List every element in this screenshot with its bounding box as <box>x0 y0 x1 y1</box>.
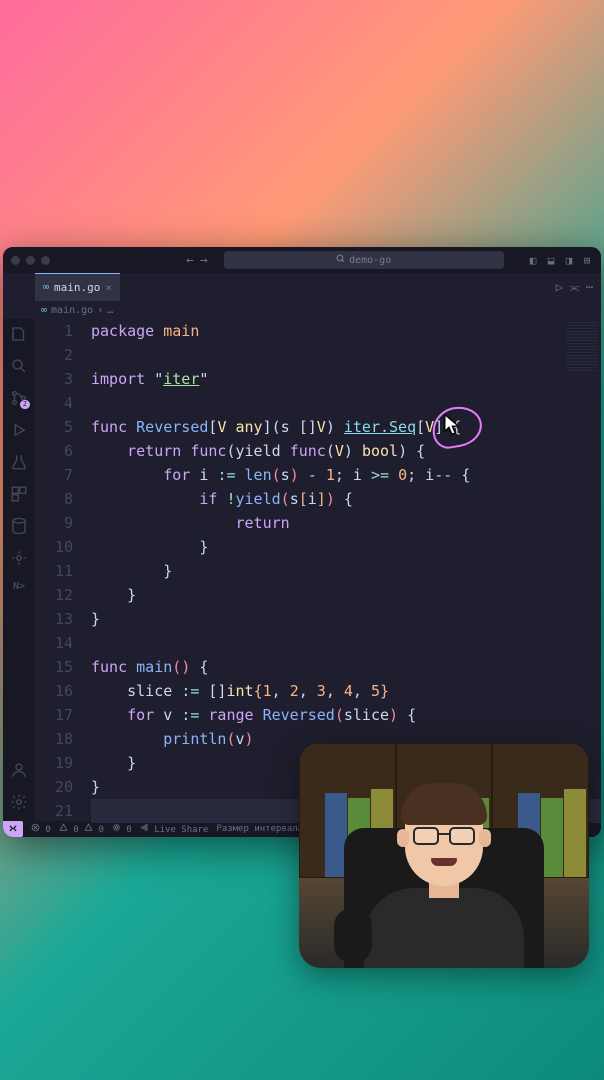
line-number: 1 <box>35 319 73 343</box>
line-number: 5 <box>35 415 73 439</box>
scm-badge: 2 <box>20 400 30 409</box>
line-number: 8 <box>35 487 73 511</box>
tab-filename: main.go <box>54 281 100 294</box>
settings-gear-icon[interactable] <box>10 793 28 811</box>
code-line[interactable]: for i := len(s) - 1; i >= 0; i-- { <box>91 463 601 487</box>
toggle-panel-bottom-icon[interactable]: ⬓ <box>545 254 557 267</box>
code-line[interactable]: } <box>91 583 601 607</box>
file-tab-main-go[interactable]: ∞ main.go × <box>35 273 120 301</box>
presenter-person <box>359 788 529 968</box>
window-minimize-button[interactable] <box>26 256 35 265</box>
search-icon[interactable] <box>10 357 28 375</box>
tab-close-button[interactable]: × <box>105 281 112 294</box>
line-number: 2 <box>35 343 73 367</box>
status-warnings[interactable]: 0 0 <box>59 823 104 835</box>
search-icon <box>336 254 345 266</box>
toggle-panel-left-icon[interactable]: ◧ <box>527 254 539 267</box>
breadcrumb[interactable]: ∞ main.go › … <box>3 301 601 319</box>
code-line[interactable] <box>91 391 601 415</box>
line-number: 13 <box>35 607 73 631</box>
line-number: 10 <box>35 535 73 559</box>
source-control-icon[interactable]: 2 <box>10 389 28 407</box>
code-line[interactable] <box>91 343 601 367</box>
line-number: 21 <box>35 799 73 823</box>
line-number: 19 <box>35 751 73 775</box>
activity-bar: 2 N> <box>3 319 35 821</box>
status-errors[interactable]: 0 <box>31 823 51 835</box>
window-close-button[interactable] <box>11 256 20 265</box>
status-live-share[interactable]: Live Share <box>140 823 209 835</box>
status-ports[interactable]: 0 <box>112 823 132 835</box>
code-line[interactable]: for v := range Reversed(slice) { <box>91 703 601 727</box>
code-line[interactable]: } <box>91 535 601 559</box>
line-number: 12 <box>35 583 73 607</box>
code-line[interactable]: func main() { <box>91 655 601 679</box>
breadcrumb-separator-icon: › <box>97 305 103 316</box>
titlebar: ← → demo-go ◧ ⬓ ◨ ⊞ <box>3 247 601 273</box>
more-actions-icon[interactable]: ⋯ <box>586 280 593 294</box>
nav-forward-button[interactable]: → <box>200 253 208 268</box>
line-number: 15 <box>35 655 73 679</box>
command-center-search[interactable]: demo-go <box>224 251 504 269</box>
breadcrumb-file: main.go <box>51 305 93 316</box>
remote-indicator[interactable] <box>3 821 23 837</box>
minimap[interactable] <box>567 321 597 371</box>
code-line[interactable]: if !yield(s[i]) { <box>91 487 601 511</box>
nav-arrows: ← → <box>186 253 208 268</box>
code-line[interactable]: return <box>91 511 601 535</box>
code-line[interactable]: import "iter" <box>91 367 601 391</box>
line-number: 11 <box>35 559 73 583</box>
testing-icon[interactable] <box>10 453 28 471</box>
breadcrumb-more: … <box>107 305 113 316</box>
code-line[interactable] <box>91 631 601 655</box>
line-number: 7 <box>35 463 73 487</box>
tab-bar: ∞ main.go × ▷ ⫘ ⋯ <box>3 273 601 301</box>
line-number-gutter: 123456789101112131415161718192021 <box>35 319 91 821</box>
line-number: 14 <box>35 631 73 655</box>
window-maximize-button[interactable] <box>41 256 50 265</box>
run-debug-icon[interactable] <box>10 421 28 439</box>
line-number: 20 <box>35 775 73 799</box>
go-file-icon: ∞ <box>43 282 49 293</box>
extensions-icon[interactable] <box>10 485 28 503</box>
explorer-icon[interactable] <box>10 325 28 343</box>
git-lens-icon[interactable] <box>10 549 28 567</box>
code-line[interactable]: slice := []int{1, 2, 3, 4, 5} <box>91 679 601 703</box>
nx-icon[interactable]: N> <box>13 581 25 592</box>
title-layout-controls: ◧ ⬓ ◨ ⊞ <box>527 254 593 267</box>
line-number: 4 <box>35 391 73 415</box>
traffic-lights <box>11 256 50 265</box>
line-number: 16 <box>35 679 73 703</box>
code-line[interactable]: } <box>91 559 601 583</box>
go-file-icon: ∞ <box>41 305 47 316</box>
code-line[interactable]: } <box>91 607 601 631</box>
line-number: 18 <box>35 727 73 751</box>
line-number: 9 <box>35 511 73 535</box>
run-icon[interactable]: ▷ <box>556 280 563 294</box>
line-number: 17 <box>35 703 73 727</box>
database-icon[interactable] <box>10 517 28 535</box>
code-line[interactable]: return func(yield func(V) bool) { <box>91 439 601 463</box>
split-editor-icon[interactable]: ⫘ <box>569 280 580 295</box>
line-number: 3 <box>35 367 73 391</box>
code-line[interactable]: func Reversed[V any](s []V) iter.Seq[V] … <box>91 415 601 439</box>
customize-layout-icon[interactable]: ⊞ <box>581 254 593 267</box>
webcam-overlay <box>299 743 589 968</box>
accounts-icon[interactable] <box>10 761 28 779</box>
toggle-panel-right-icon[interactable]: ◨ <box>563 254 575 267</box>
line-number: 6 <box>35 439 73 463</box>
search-placeholder: demo-go <box>349 255 391 266</box>
code-line[interactable]: package main <box>91 319 601 343</box>
nav-back-button[interactable]: ← <box>186 253 194 268</box>
microphone <box>334 908 372 963</box>
